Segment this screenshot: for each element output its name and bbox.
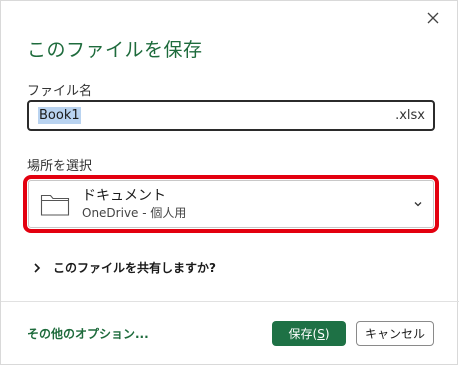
location-highlight [23, 175, 439, 233]
close-icon [426, 10, 440, 29]
filename-value[interactable]: Book1 [38, 107, 81, 124]
footer-divider [1, 301, 459, 302]
share-toggle[interactable]: このファイルを共有しますか? [31, 259, 216, 276]
save-label-suffix: ) [324, 326, 330, 341]
filename-field[interactable]: Book1 .xlsx [27, 100, 435, 131]
more-options-link[interactable]: その他のオプション... [27, 325, 149, 342]
save-button[interactable]: 保存(S) [272, 321, 346, 346]
close-button[interactable] [421, 7, 445, 31]
location-label: 場所を選択 [27, 159, 93, 174]
filename-label: ファイル名 [27, 84, 93, 99]
save-label-prefix: 保存( [288, 327, 318, 341]
chevron-right-icon [31, 261, 43, 275]
share-label: このファイルを共有しますか? [53, 261, 216, 275]
save-dialog: このファイルを保存 ファイル名 Book1 .xlsx 場所を選択 ドキュメント… [0, 0, 459, 365]
dialog-title: このファイルを保存 [27, 39, 203, 61]
save-label-accel: S [317, 326, 325, 341]
cancel-button[interactable]: キャンセル [356, 321, 434, 346]
file-extension: .xlsx [395, 108, 425, 123]
